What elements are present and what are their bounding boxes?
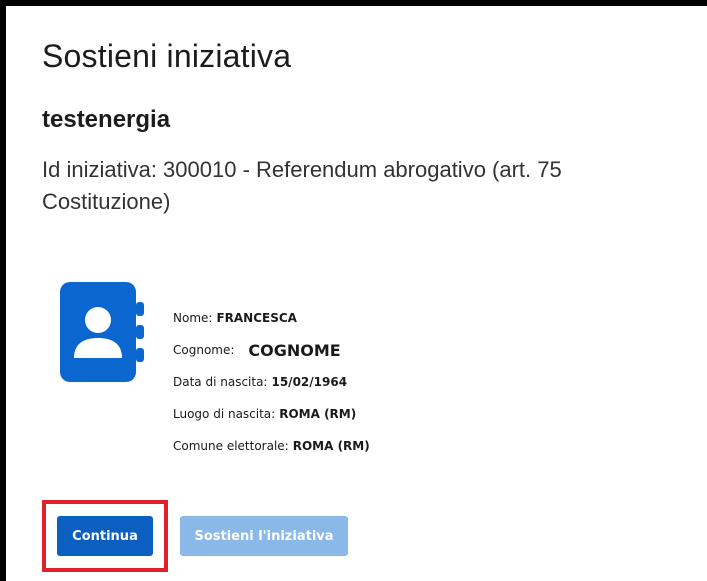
detail-value: COGNOME <box>248 340 341 360</box>
detail-label: Cognome: <box>173 343 235 357</box>
detail-row-cognome: Cognome: COGNOME <box>173 334 370 366</box>
page-frame: Sostieni iniziativa testenergia Id inizi… <box>0 0 707 581</box>
continue-button[interactable]: Continua <box>57 516 153 556</box>
detail-row-nome: Nome: FRANCESCA <box>173 302 370 334</box>
page-title: Sostieni iniziativa <box>42 38 292 74</box>
detail-row-luogo-nascita: Luogo di nascita: ROMA (RM) <box>173 398 370 430</box>
detail-row-data-nascita: Data di nascita: 15/02/1964 <box>173 366 370 398</box>
support-initiative-button[interactable]: Sostieni l'iniziativa <box>180 516 348 556</box>
contact-book-icon <box>60 282 144 382</box>
detail-row-comune-elettorale: Comune elettorale: ROMA (RM) <box>173 430 370 462</box>
highlight-box: Continua <box>42 500 168 572</box>
detail-value: ROMA (RM) <box>279 407 357 421</box>
initiative-id-text: Id iniziativa: 300010 - Referendum abrog… <box>42 157 562 214</box>
person-details: Nome: FRANCESCA Cognome: COGNOME Data di… <box>173 302 370 462</box>
detail-label: Data di nascita: <box>173 375 268 389</box>
action-bar: Continua Sostieni l'iniziativa <box>42 500 348 572</box>
detail-label: Luogo di nascita: <box>173 407 276 421</box>
detail-label: Comune elettorale: <box>173 439 289 453</box>
detail-value: 15/02/1964 <box>271 375 348 389</box>
detail-label: Nome: <box>173 311 213 325</box>
initiative-name: testenergia <box>42 106 171 133</box>
detail-value: ROMA (RM) <box>292 439 370 453</box>
detail-value: FRANCESCA <box>216 311 297 325</box>
